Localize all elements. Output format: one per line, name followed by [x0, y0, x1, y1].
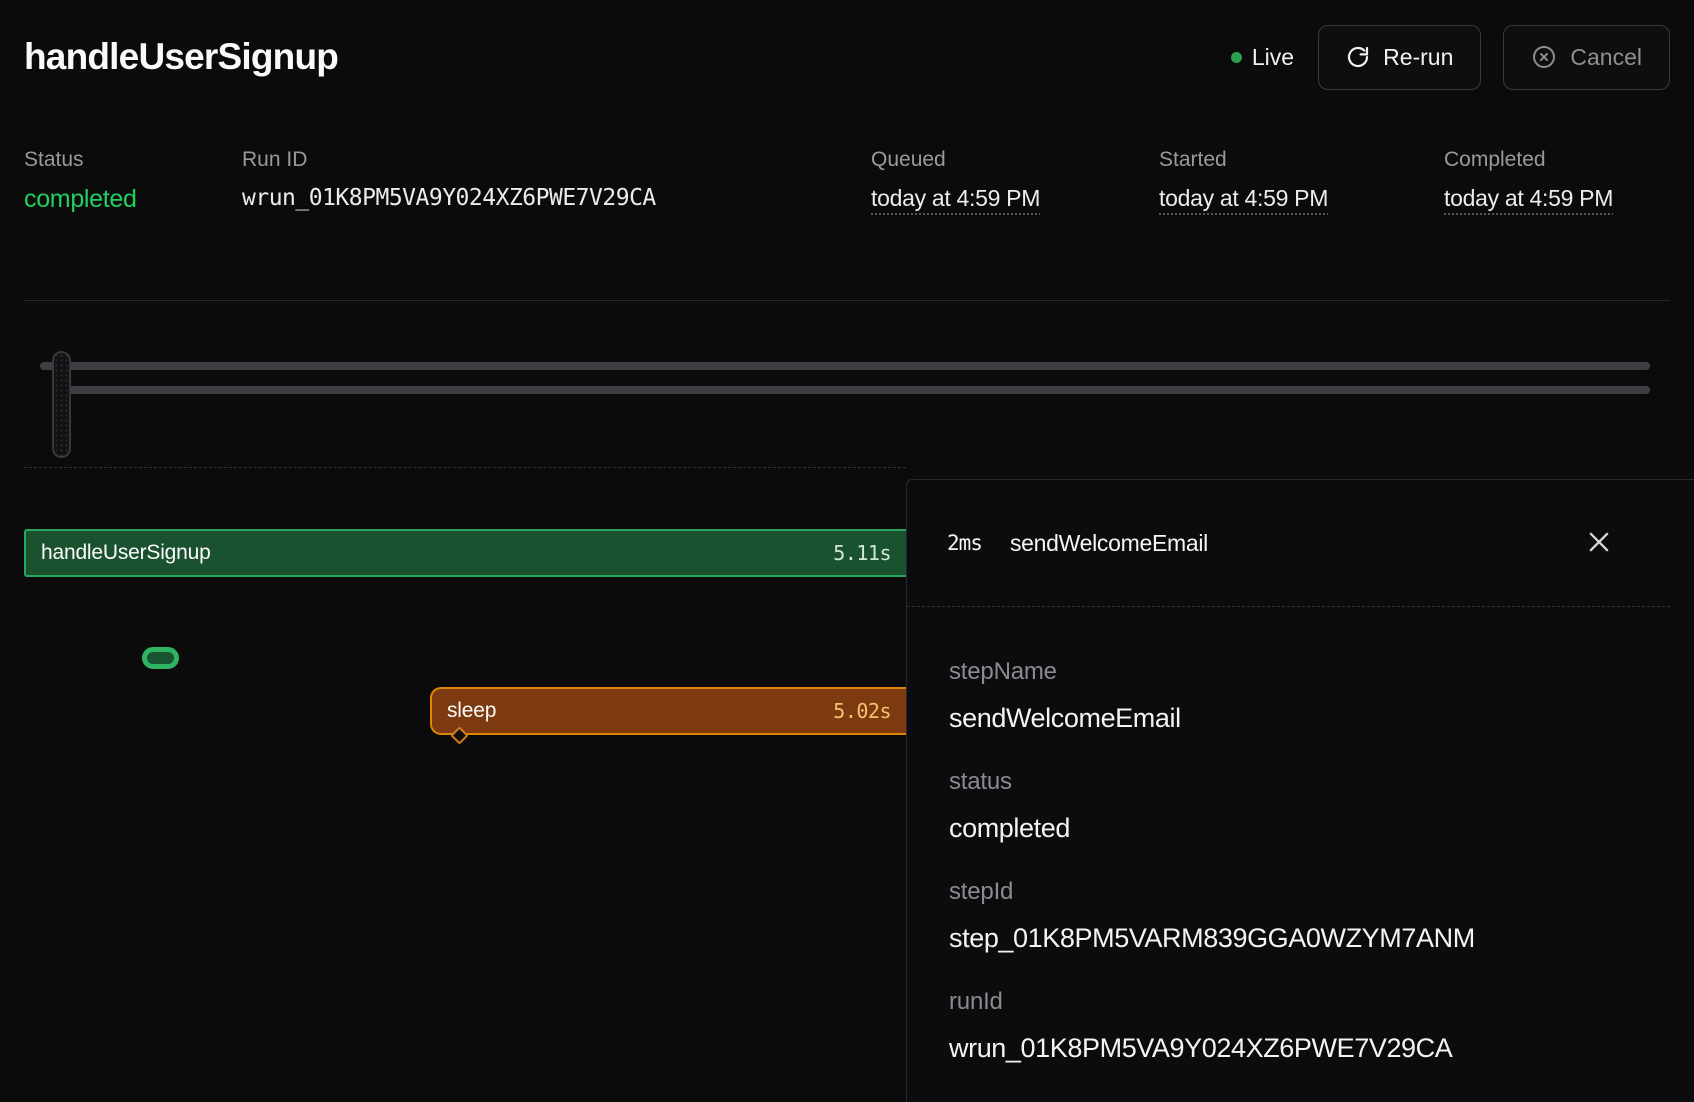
field-value: sendWelcomeEmail — [949, 703, 1652, 734]
step-title: sendWelcomeEmail — [1010, 530, 1208, 557]
gantt-bar-duration: 5.11s — [833, 541, 891, 565]
queued-time-value[interactable]: today at 4:59 PM — [871, 185, 1159, 212]
meta-completed-label: Completed — [1444, 148, 1613, 172]
field-label: stepName — [949, 657, 1652, 686]
gantt-bar-label: handleUserSignup — [41, 541, 211, 565]
timeline-minimap — [0, 300, 1694, 467]
timeline-scrubber-handle[interactable] — [52, 351, 71, 458]
close-panel-button[interactable] — [1582, 526, 1616, 560]
step-duration: 2ms — [947, 531, 982, 555]
step-detail-panel: 2ms sendWelcomeEmail stepName sendWelcom… — [906, 479, 1694, 1102]
field-value: step_01K8PM5VARM839GGA0WZYM7ANM — [949, 923, 1652, 954]
field-label: runId — [949, 987, 1652, 1016]
live-status-dot-icon — [1231, 52, 1242, 63]
gantt-bar-duration: 5.02s — [833, 699, 891, 723]
meta-status-label: Status — [24, 148, 242, 172]
step-detail-header: 2ms sendWelcomeEmail — [907, 480, 1670, 607]
gantt-step-pill-sendWelcomeEmail[interactable] — [142, 647, 179, 669]
live-label: Live — [1252, 44, 1294, 71]
circle-x-icon — [1531, 44, 1557, 70]
meta-run-id: Run ID wrun_01K8PM5VA9Y024XZ6PWE7V29CA — [242, 148, 871, 214]
completed-time-value[interactable]: today at 4:59 PM — [1444, 185, 1613, 212]
field-value: wrun_01K8PM5VA9Y024XZ6PWE7V29CA — [949, 1033, 1652, 1064]
live-indicator: Live — [1231, 44, 1294, 71]
close-icon — [1585, 528, 1613, 559]
gantt-bar-handleUserSignup[interactable]: handleUserSignup 5.11s — [24, 529, 906, 577]
field-value: completed — [949, 813, 1652, 844]
header-actions: Live Re-run Cancel — [1231, 25, 1670, 90]
meta-queued: Queued today at 4:59 PM — [871, 148, 1159, 214]
gantt-bar-sleep[interactable]: sleep 5.02s — [430, 687, 906, 735]
meta-run-id-label: Run ID — [242, 148, 871, 172]
app-header: handleUserSignup Live Re-run — [0, 0, 1694, 96]
field-stepId: stepId step_01K8PM5VARM839GGA0WZYM7ANM — [949, 877, 1652, 954]
minimap-sleep-span-bar — [60, 386, 1650, 394]
page-title: handleUserSignup — [24, 36, 338, 78]
meta-completed: Completed today at 4:59 PM — [1444, 148, 1613, 214]
gantt-waterfall: handleUserSignup 5.11s sleep 5.02s — [0, 467, 906, 1102]
meta-started-label: Started — [1159, 148, 1444, 172]
cancel-button-label: Cancel — [1570, 44, 1642, 71]
started-time-value[interactable]: today at 4:59 PM — [1159, 185, 1444, 212]
minimap-root-span-bar — [40, 362, 1650, 370]
field-runId: runId wrun_01K8PM5VA9Y024XZ6PWE7V29CA — [949, 987, 1652, 1064]
cancel-button[interactable]: Cancel — [1503, 25, 1670, 90]
step-detail-body: stepName sendWelcomeEmail status complet… — [907, 607, 1694, 1064]
field-label: status — [949, 767, 1652, 796]
field-label: stepId — [949, 877, 1652, 906]
run-meta-row: Status completed Run ID wrun_01K8PM5VA9Y… — [24, 148, 1670, 214]
rerun-button-label: Re-run — [1383, 44, 1453, 71]
rerun-button[interactable]: Re-run — [1318, 25, 1481, 90]
gantt-bar-label: sleep — [447, 699, 496, 723]
run-status-value: completed — [24, 185, 242, 214]
field-stepName: stepName sendWelcomeEmail — [949, 657, 1652, 734]
refresh-icon — [1346, 45, 1370, 69]
gantt-top-dashed-divider — [24, 467, 906, 468]
meta-queued-label: Queued — [871, 148, 1159, 172]
run-id-value: wrun_01K8PM5VA9Y024XZ6PWE7V29CA — [242, 185, 871, 211]
field-status: status completed — [949, 767, 1652, 844]
meta-started: Started today at 4:59 PM — [1159, 148, 1444, 214]
meta-status: Status completed — [24, 148, 242, 214]
